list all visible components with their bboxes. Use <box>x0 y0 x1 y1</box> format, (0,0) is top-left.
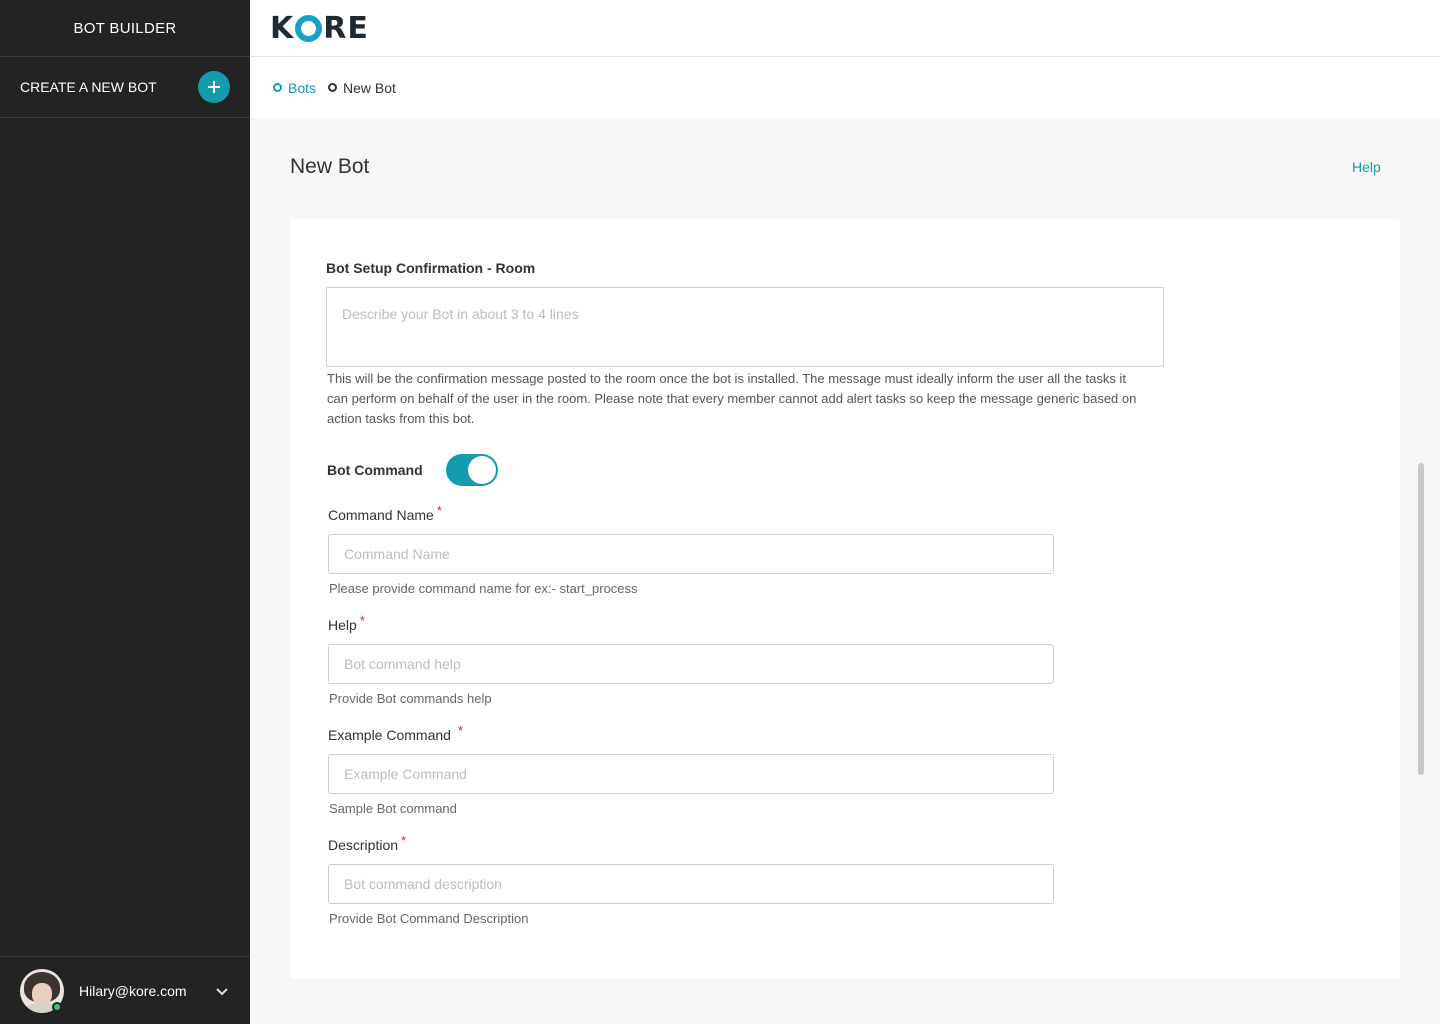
confirmation-help-text: This will be the confirmation message po… <box>327 371 1137 426</box>
command-help-input[interactable] <box>328 644 1054 684</box>
chevron-down-icon[interactable] <box>214 983 230 999</box>
page-title: New Bot <box>290 155 370 178</box>
breadcrumb-new-bot: New Bot <box>328 80 396 96</box>
breadcrumb-bots[interactable]: Bots <box>273 80 316 96</box>
confirmation-textarea[interactable] <box>326 287 1164 367</box>
online-status-icon <box>52 1002 62 1012</box>
form-card: Bot Setup Confirmation - Room This will … <box>290 219 1400 979</box>
command-name-help: Please provide command name for ex:- sta… <box>329 581 638 596</box>
help-label: Help * <box>328 613 365 633</box>
required-asterisk: * <box>457 723 463 738</box>
top-bar: K RE <box>250 0 1440 57</box>
bot-command-label: Bot Command <box>327 462 423 478</box>
description-help: Provide Bot Command Description <box>329 911 529 926</box>
bot-command-row: Bot Command <box>327 454 498 486</box>
sidebar: BOT BUILDER CREATE A NEW BOT Hilary@kore… <box>0 0 250 1024</box>
breadcrumb: Bots New Bot <box>250 57 1440 118</box>
command-name-input[interactable] <box>328 534 1054 574</box>
plus-icon <box>208 81 220 93</box>
create-new-bot-row[interactable]: CREATE A NEW BOT <box>0 57 250 118</box>
kore-logo: K RE <box>270 10 369 46</box>
toggle-knob <box>467 456 496 484</box>
description-input[interactable] <box>328 864 1054 904</box>
example-command-input[interactable] <box>328 754 1054 794</box>
user-email: Hilary@kore.com <box>79 982 187 999</box>
required-asterisk: * <box>359 613 365 628</box>
circle-icon <box>328 83 338 92</box>
confirmation-label: Bot Setup Confirmation - Room <box>326 260 536 276</box>
required-asterisk: * <box>401 833 407 848</box>
sidebar-title: BOT BUILDER <box>0 0 250 57</box>
help-link[interactable]: Help <box>1352 159 1381 175</box>
command-name-label: Command Name * <box>328 503 442 523</box>
add-bot-button[interactable] <box>198 71 230 103</box>
description-label: Description * <box>328 833 407 853</box>
required-asterisk: * <box>436 503 442 518</box>
user-menu[interactable]: Hilary@kore.com <box>0 956 250 1024</box>
circle-icon <box>273 83 282 92</box>
create-new-bot-label[interactable]: CREATE A NEW BOT <box>20 79 157 95</box>
bot-command-toggle[interactable] <box>445 454 498 486</box>
scrollbar[interactable] <box>1418 463 1424 775</box>
example-command-help: Sample Bot command <box>329 801 457 816</box>
logo-o-icon <box>295 14 323 42</box>
command-help-help: Provide Bot commands help <box>329 691 492 706</box>
example-command-label: Example Command * <box>328 723 463 743</box>
